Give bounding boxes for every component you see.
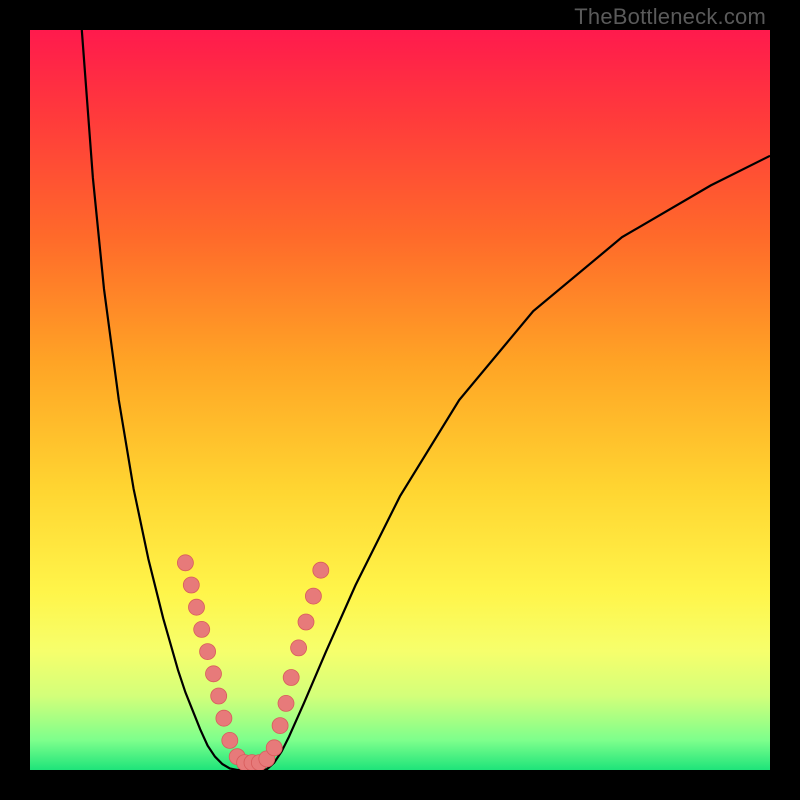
sample-dot [278, 695, 294, 711]
sample-dot [216, 710, 232, 726]
sample-dot [298, 614, 314, 630]
chart-frame: TheBottleneck.com [0, 0, 800, 800]
bottleneck-curve [82, 30, 770, 770]
sample-dot [266, 740, 282, 756]
sample-dot [305, 588, 321, 604]
sample-dot [183, 577, 199, 593]
sample-dot [313, 562, 329, 578]
sample-dot [177, 555, 193, 571]
watermark-text: TheBottleneck.com [574, 4, 766, 30]
plot-area [30, 30, 770, 770]
sample-dot [283, 670, 299, 686]
sample-dot [211, 688, 227, 704]
sample-dot [272, 718, 288, 734]
sample-dot [189, 599, 205, 615]
sample-dot [206, 666, 222, 682]
sample-dot [222, 732, 238, 748]
sample-dot [194, 621, 210, 637]
sample-dot [291, 640, 307, 656]
chart-svg [30, 30, 770, 770]
sample-dot [200, 644, 216, 660]
sample-dots-group [177, 555, 328, 770]
